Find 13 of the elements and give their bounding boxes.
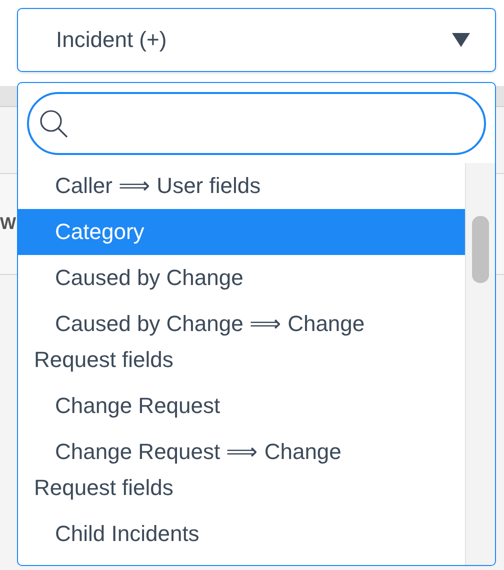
column-label: W: [0, 214, 16, 234]
option-item[interactable]: Category: [18, 209, 465, 255]
option-item[interactable]: Change Request ⟹ Change Request fields: [18, 429, 465, 511]
option-item[interactable]: Child Incidents: [18, 511, 465, 557]
option-item[interactable]: Caused by Change: [18, 255, 465, 301]
search-icon: [39, 108, 69, 138]
caret-icon: [451, 32, 471, 48]
option-item[interactable]: Caller ⟹ User fields: [18, 163, 465, 209]
search-field[interactable]: [27, 92, 486, 155]
option-item[interactable]: Caused by Change ⟹ Change Request fields: [18, 301, 465, 383]
scrollbar[interactable]: [465, 163, 495, 565]
option-item[interactable]: Change Request: [18, 383, 465, 429]
type-dropdown[interactable]: Incident (+): [17, 8, 496, 72]
